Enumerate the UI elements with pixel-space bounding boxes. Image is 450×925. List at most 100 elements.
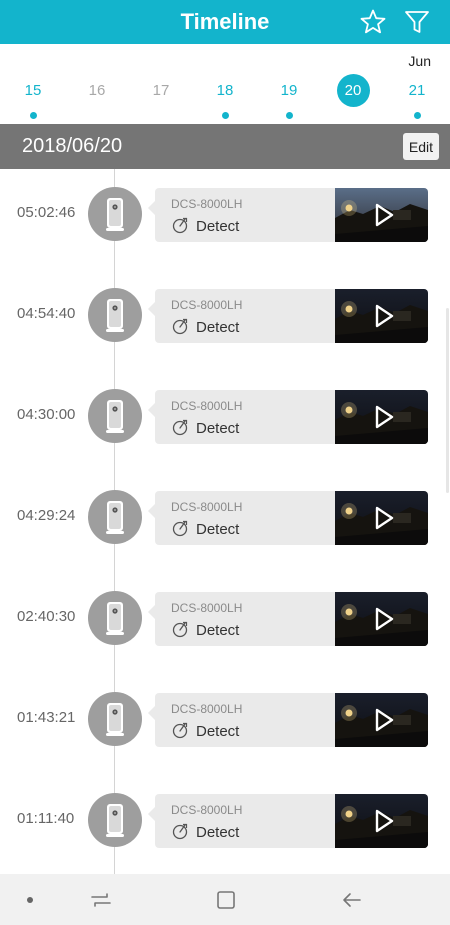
home-icon[interactable] [214,888,238,912]
date-item[interactable]: 17 [143,76,179,120]
camera-icon [106,804,124,837]
event-row: 02:40:30 DCS-8000LH Detect [0,589,450,649]
event-card[interactable]: DCS-8000LH Detect [148,491,428,545]
date-item[interactable]: 16 [79,76,115,120]
video-thumbnail[interactable] [335,188,428,242]
event-type: Detect [196,521,240,538]
camera-icon [106,703,124,736]
back-icon[interactable] [340,888,364,912]
camera-icon [106,198,124,231]
motion-detect-icon [172,823,188,840]
event-type: Detect [196,319,240,336]
edit-button[interactable]: Edit [402,133,439,160]
play-icon [375,506,394,530]
camera-avatar [88,793,142,847]
date-number: 15 [24,82,42,99]
event-time: 05:02:46 [17,204,76,221]
system-nav-bar [0,874,450,925]
event-indicator-dot [29,112,37,119]
camera-avatar [88,187,142,241]
date-number: 19 [280,82,298,99]
event-time: 01:43:21 [17,709,76,726]
video-thumbnail[interactable] [335,693,428,747]
event-card[interactable]: DCS-8000LH Detect [148,188,428,242]
motion-detect-icon [172,419,188,436]
play-icon [375,607,394,631]
month-label: Jun [408,53,431,69]
play-icon [375,304,394,328]
video-thumbnail[interactable] [335,289,428,343]
device-name: DCS-8000LH [171,298,243,312]
date-item[interactable]: 19 [271,76,307,120]
event-indicator-dot [221,112,229,119]
camera-icon [106,299,124,332]
date-number: 20 [336,74,370,107]
device-name: DCS-8000LH [171,399,243,413]
camera-avatar [88,288,142,342]
camera-avatar [88,490,142,544]
device-name: DCS-8000LH [171,803,243,817]
video-thumbnail[interactable] [335,390,428,444]
event-row: 05:02:46 DCS-8000LH Detect [0,185,450,245]
event-card[interactable]: DCS-8000LH Detect [148,390,428,444]
motion-detect-icon [172,722,188,739]
event-time: 04:29:24 [17,507,76,524]
date-number: 21 [408,82,426,99]
scrollbar[interactable] [446,308,449,493]
play-icon [375,405,394,429]
event-row: 04:54:40 DCS-8000LH Detect [0,286,450,346]
app-header: Timeline [0,0,450,44]
event-row: 01:43:21 DCS-8000LH Detect [0,690,450,750]
play-icon [375,809,394,833]
event-time: 04:30:00 [17,406,76,423]
event-type: Detect [196,622,240,639]
camera-icon [106,602,124,635]
date-number: 16 [88,82,106,99]
event-card[interactable]: DCS-8000LH Detect [148,289,428,343]
recent-apps-icon[interactable] [89,888,113,912]
filter-icon[interactable] [403,8,431,36]
camera-icon [106,400,124,433]
date-item[interactable]: 18 [207,76,243,120]
selected-date: 2018/06/20 [22,135,123,157]
event-type: Detect [196,723,240,740]
motion-detect-icon [172,621,188,638]
device-name: DCS-8000LH [171,500,243,514]
date-number: 17 [152,82,170,99]
date-number: 18 [216,82,234,99]
date-item[interactable]: 21 [399,76,435,120]
camera-avatar [88,591,142,645]
motion-detect-icon [172,520,188,537]
date-strip: 15 16 17 18 19 20 21 [0,70,450,124]
camera-icon [106,501,124,534]
event-type: Detect [196,824,240,841]
play-icon [375,203,394,227]
camera-avatar [88,389,142,443]
motion-detect-icon [172,217,188,234]
video-thumbnail[interactable] [335,592,428,646]
video-thumbnail[interactable] [335,491,428,545]
selected-date-bar: 2018/06/20 Edit [0,124,450,169]
event-indicator-dot [285,112,293,119]
event-time: 04:54:40 [17,305,76,322]
event-type: Detect [196,420,240,437]
date-item-selected[interactable]: 20 [335,74,371,120]
device-name: DCS-8000LH [171,601,243,615]
date-item[interactable]: 15 [15,76,51,120]
play-icon [375,708,394,732]
event-row: 04:30:00 DCS-8000LH Detect [0,387,450,447]
event-card[interactable]: DCS-8000LH Detect [148,592,428,646]
event-row: 01:11:40 DCS-8000LH Detect [0,791,450,851]
event-time: 02:40:30 [17,608,76,625]
video-thumbnail[interactable] [335,794,428,848]
motion-detect-icon [172,318,188,335]
device-name: DCS-8000LH [171,702,243,716]
event-type: Detect [196,218,240,235]
star-icon[interactable] [359,8,387,36]
event-card[interactable]: DCS-8000LH Detect [148,794,428,848]
event-card[interactable]: DCS-8000LH Detect [148,693,428,747]
nav-indicator-dot [27,897,33,903]
event-time: 01:11:40 [17,810,75,827]
event-row: 04:29:24 DCS-8000LH Detect [0,488,450,548]
page-title: Timeline [180,9,270,34]
